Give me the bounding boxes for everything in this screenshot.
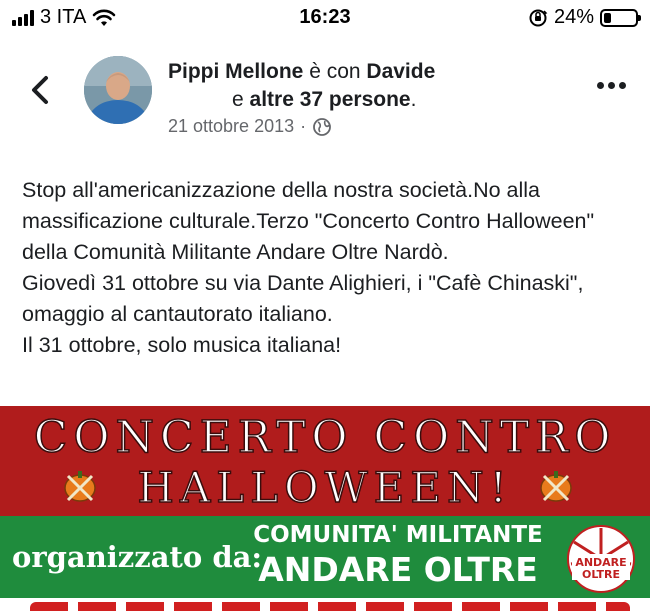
poster-bottom-strip [0, 598, 650, 611]
post-paragraph: Giovedì 31 ottobre su via Dante Alighier… [22, 271, 584, 326]
org-name-line1: COMUNITA' MILITANTE [253, 522, 543, 548]
others-link[interactable]: altre 37 persone [250, 88, 411, 111]
svg-text:OLTRE: OLTRE [582, 568, 620, 581]
author-name[interactable]: Pippi Mellone [168, 60, 303, 83]
avatar[interactable] [84, 56, 152, 124]
orientation-lock-icon [529, 9, 548, 26]
org-name-line2: ANDARE OLTRE [258, 550, 538, 589]
globe-icon [313, 117, 332, 136]
post-image[interactable]: CONCERTO CONTRO HALLOWEEN! organizzato d… [0, 406, 650, 611]
more-options-icon[interactable] [597, 82, 626, 89]
status-bar: 3 ITA 16:23 24% [0, 0, 650, 36]
poster-title-line1: CONCERTO CONTRO [33, 411, 617, 464]
post-header: Pippi Mellone è con Davide e altre 37 pe… [168, 58, 508, 137]
post-paragraph: Stop all'americanizzazione della nostra … [22, 178, 595, 264]
poster-red-band: CONCERTO CONTRO HALLOWEEN! [0, 406, 650, 516]
post-paragraph: Il 31 ottobre, solo musica italiana! [22, 333, 342, 357]
tagged-name[interactable]: Davide [366, 60, 435, 83]
and-text: e [232, 88, 244, 111]
andare-oltre-logo: ANDARE OLTRE [567, 525, 635, 593]
status-right: 24% [528, 6, 641, 29]
pumpkin-icon [540, 471, 572, 502]
poster-green-band: organizzato da: COMUNITA' MILITANTE ANDA… [0, 516, 650, 598]
battery-percent: 24% [553, 6, 594, 28]
avatar-image [84, 56, 152, 124]
period: . [410, 88, 417, 111]
meta-separator: · [300, 116, 307, 136]
back-chevron-icon[interactable] [26, 72, 56, 108]
battery-fill [604, 12, 612, 23]
with-text: è con [309, 60, 361, 83]
author-line: Pippi Mellone è con Davide e altre 37 pe… [168, 58, 508, 114]
post-text: Stop all'americanizzazione della nostra … [22, 175, 632, 361]
others-line: e altre 37 persone. [168, 86, 508, 114]
post-date[interactable]: 21 ottobre 2013 [168, 116, 294, 137]
organized-by-label: organizzato da: [12, 540, 263, 574]
post-meta: 21 ottobre 2013 · [168, 116, 508, 137]
battery-icon [600, 8, 641, 27]
